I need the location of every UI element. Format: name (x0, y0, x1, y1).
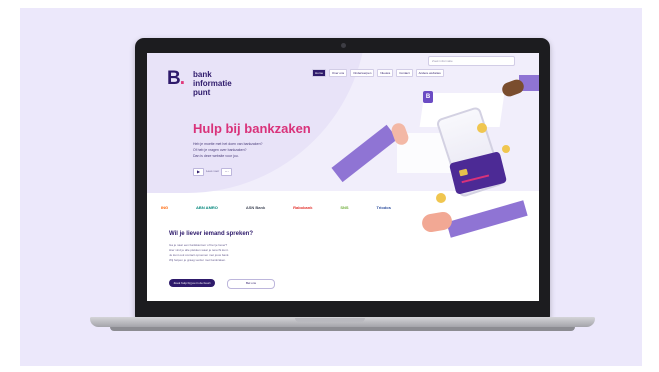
nav-item-contact[interactable]: Contact (396, 69, 413, 77)
main-nav: Home Over ons Onderwerpen Nieuws Contact… (312, 69, 444, 77)
illustration-arm (446, 200, 528, 238)
logo-line: punt (193, 88, 211, 97)
nav-item-over-ons[interactable]: Over ons (329, 69, 348, 77)
nav-item-home[interactable]: Home (312, 69, 327, 77)
logo-badge-icon: B (423, 91, 433, 103)
coin-icon (436, 193, 446, 203)
bank-logo-asn[interactable]: ASN Bank (246, 205, 265, 210)
nav-item-andere-websites[interactable]: Andere websites (415, 69, 444, 77)
nav-item-nieuws[interactable]: Nieuws (377, 69, 394, 77)
card-chip (458, 168, 469, 177)
contact-description: Ga je naar een bankkantoor of bel je lie… (169, 243, 229, 263)
call-us-button[interactable]: Bel ons (227, 279, 275, 289)
nav-item-onderwerpen[interactable]: Onderwerpen (350, 69, 375, 77)
hero-title: Hulp bij bankzaken (193, 121, 311, 136)
bank-logo-sns[interactable]: SNS (340, 205, 348, 210)
bank-logos: ING ABN AMRO ASN Bank Rabobank SNS Triod… (161, 205, 391, 210)
play-icon[interactable]: ▶ (193, 168, 204, 176)
coin-icon (502, 145, 510, 153)
settings-icon[interactable]: ⋯ (221, 168, 233, 176)
laptop-notch (295, 318, 365, 322)
laptop-screen: B. bank informatie punt Zoek informatie … (147, 53, 539, 301)
bank-logo-abn-amro[interactable]: ABN AMRO (196, 205, 218, 210)
read-aloud-label[interactable]: Lees voor (206, 168, 219, 176)
camera-icon (341, 43, 346, 48)
logo-line: informatie (193, 79, 232, 88)
bank-logo-triodos[interactable]: Triodos (377, 205, 391, 210)
search-input[interactable]: Zoek informatie (428, 56, 515, 66)
bank-logo-rabobank[interactable]: Rabobank (293, 205, 312, 210)
bank-logo-ing[interactable]: ING (161, 205, 168, 210)
logo-line: bank (193, 70, 212, 79)
logo-dot: . (179, 68, 185, 89)
hero-description: Heb je moeite met het doen van bankzaken… (193, 141, 262, 159)
find-help-button[interactable]: Zoek hulp bij jou in de buurt (169, 279, 215, 287)
coin-icon (477, 123, 487, 133)
contact-title: Wil je liever iemand spreken? (169, 231, 253, 237)
contact-line: Wij helpen je graag verder met bankzaken… (169, 258, 227, 262)
card-strip (461, 174, 490, 184)
hero-line: Dan is deze website voor jou. (193, 154, 239, 158)
laptop-foot (110, 327, 575, 331)
site-logo[interactable]: B. (167, 68, 185, 90)
logo-letter: B (167, 68, 181, 89)
read-aloud-control: ▶ Lees voor ⋯ (193, 168, 233, 176)
logo-wordmark[interactable]: bank informatie punt (193, 70, 232, 97)
